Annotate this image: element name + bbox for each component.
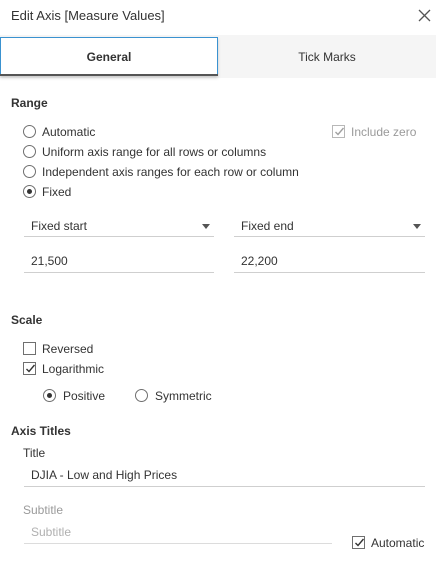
reversed-checkbox[interactable] (23, 342, 36, 355)
fixed-start-value: Fixed start (31, 219, 88, 233)
range-section-title: Range (11, 96, 48, 110)
range-fixed-label: Fixed (42, 185, 72, 199)
axis-title-input[interactable] (24, 463, 425, 487)
logarithmic-label: Logarithmic (42, 362, 105, 376)
subtitle-automatic-checkbox[interactable] (352, 536, 365, 549)
positive-radio[interactable] (43, 389, 56, 402)
range-automatic-radio[interactable] (23, 125, 36, 138)
tab-tick-marks[interactable]: Tick Marks (218, 37, 436, 76)
include-zero-label: Include zero (351, 125, 417, 139)
positive-label: Positive (63, 389, 106, 403)
range-end-input[interactable] (234, 249, 425, 273)
symmetric-label: Symmetric (155, 389, 212, 403)
chevron-down-icon (413, 224, 421, 229)
logarithmic-checkbox[interactable] (23, 362, 36, 375)
fixed-start-dropdown[interactable]: Fixed start (24, 215, 214, 237)
edit-axis-dialog: Edit Axis [Measure Values] General Tick … (0, 0, 436, 587)
range-independent-radio[interactable] (23, 165, 36, 178)
range-automatic-label: Automatic (42, 125, 96, 139)
range-uniform-label: Uniform axis range for all rows or colum… (42, 145, 267, 159)
tab-general[interactable]: General (0, 37, 218, 76)
fixed-end-dropdown[interactable]: Fixed end (234, 215, 425, 237)
range-fixed-radio[interactable] (23, 185, 36, 198)
axis-subtitle-input[interactable] (24, 520, 332, 544)
tab-general-underline (0, 74, 218, 76)
symmetric-radio[interactable] (135, 389, 148, 402)
scale-section-title: Scale (11, 313, 43, 327)
axis-titles-section-title: Axis Titles (11, 424, 71, 438)
range-independent-label: Independent axis ranges for each row or … (42, 165, 299, 179)
include-zero-checkbox (332, 125, 345, 138)
dialog-title: Edit Axis [Measure Values] (11, 8, 165, 23)
chevron-down-icon (202, 224, 210, 229)
fixed-end-value: Fixed end (241, 219, 294, 233)
reversed-label: Reversed (42, 342, 94, 356)
subtitle-automatic-label: Automatic (371, 536, 425, 550)
close-icon[interactable] (417, 8, 432, 23)
title-label: Title (23, 446, 46, 460)
range-start-input[interactable] (24, 249, 214, 273)
range-uniform-radio[interactable] (23, 145, 36, 158)
subtitle-label: Subtitle (23, 503, 64, 517)
